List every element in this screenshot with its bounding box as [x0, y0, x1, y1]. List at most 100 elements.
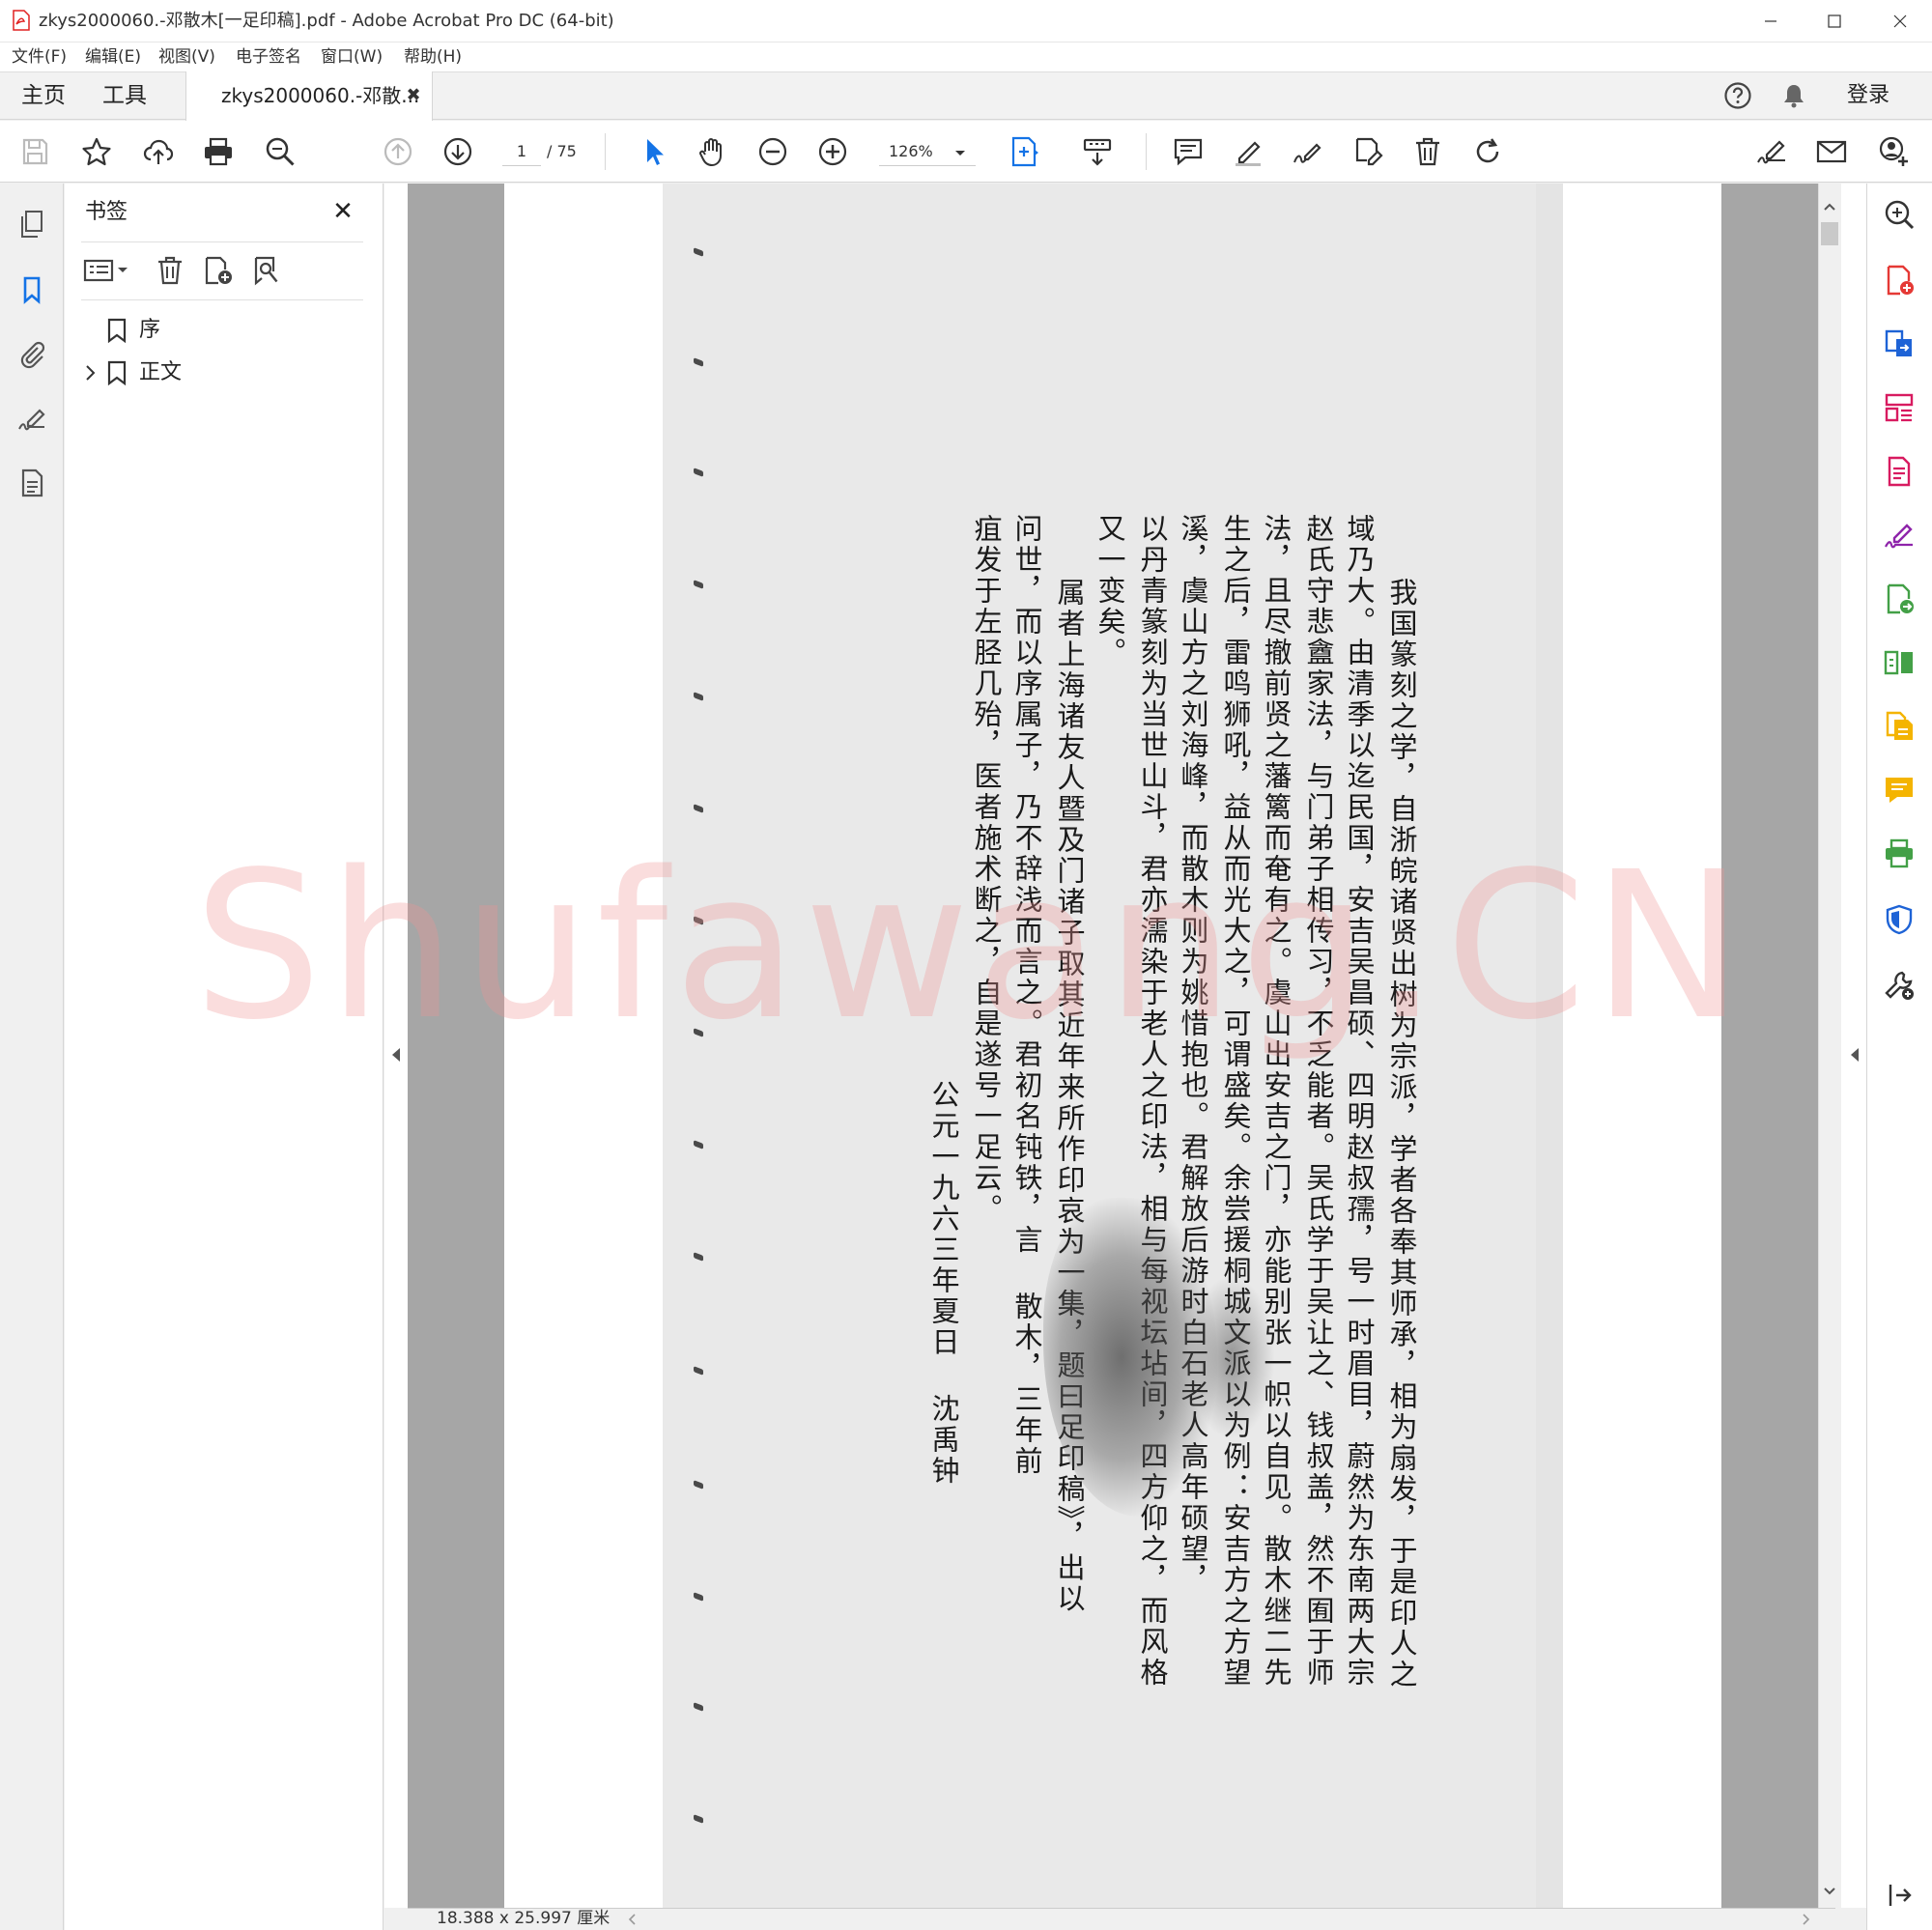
scroll-right-arrow-icon[interactable] — [1799, 1912, 1812, 1925]
preface-date-signature: 公元一九六三年夏日 沈禹钟 — [927, 1080, 960, 1487]
collapse-right-panel-icon[interactable] — [1847, 1045, 1862, 1064]
vertical-scrollbar[interactable] — [1818, 184, 1841, 1908]
preface-text-column: 赵氏守悲盦家法，与门弟子相传习，不乏能者。吴氏学于吴让之、钱叔盖，然不囿于师 — [1302, 514, 1335, 1689]
attachments-paperclip-icon[interactable] — [13, 334, 51, 373]
document-tab-label: zkys2000060.-邓散... — [221, 84, 420, 107]
menu-view[interactable]: 视图(V) — [158, 43, 215, 71]
search-zoom-icon[interactable] — [261, 132, 299, 171]
close-panel-icon[interactable]: ✕ — [328, 197, 357, 226]
help-icon[interactable] — [1723, 81, 1752, 110]
preface-text-column: 法，且尽撤前贤之藩篱而奄有之。虞山出安吉之门，亦能别张一帜以自见。散木继二先 — [1260, 514, 1293, 1689]
bookmark-options-menu-icon[interactable] — [83, 253, 133, 288]
stamp-edit-icon[interactable] — [1349, 132, 1387, 171]
menu-help[interactable]: 帮助(H) — [404, 43, 462, 71]
menu-edit[interactable]: 编辑(E) — [85, 43, 141, 71]
preface-text-column: 我国篆刻之学，自浙皖诸贤出树为宗派，学者各奉其师承，相为扇发，于是印人之 — [1385, 578, 1418, 1690]
toolbar-divider — [1146, 133, 1147, 170]
tab-home[interactable]: 主页 — [21, 71, 66, 120]
menu-window[interactable]: 窗口(W) — [321, 43, 383, 71]
save-icon[interactable] — [15, 132, 54, 171]
bookmark-flag-icon — [107, 360, 127, 385]
fill-sign-icon[interactable] — [1752, 132, 1791, 171]
edit-pdf-icon[interactable] — [1880, 452, 1918, 491]
highlight-pen-icon[interactable] — [1229, 132, 1267, 171]
panel-divider — [81, 299, 363, 300]
close-window-button[interactable] — [1868, 0, 1932, 43]
scrollbar-thumb[interactable] — [1821, 222, 1838, 245]
watermark-text: Shufawang.CN — [193, 828, 1750, 1064]
minimize-button[interactable] — [1739, 0, 1803, 43]
menu-esign[interactable]: 电子签名 — [236, 43, 301, 71]
organize-pages-icon[interactable] — [1880, 388, 1918, 427]
print-icon[interactable] — [199, 132, 238, 171]
select-cursor-icon[interactable] — [634, 132, 672, 171]
page-size-readout: 18.388 x 25.997 厘米 — [437, 1909, 611, 1928]
bookmarks-rail-icon[interactable] — [13, 270, 51, 309]
enhance-scan-zoom-icon[interactable] — [1880, 195, 1918, 234]
menu-file[interactable]: 文件(F) — [12, 43, 67, 71]
scroll-left-arrow-icon[interactable] — [626, 1912, 639, 1925]
toolbar-divider — [605, 133, 606, 170]
comment-tool-icon[interactable] — [1880, 771, 1918, 809]
more-tools-wrench-icon[interactable] — [1880, 966, 1918, 1005]
preface-text-column: 又一变矣。 — [1094, 514, 1126, 668]
page-fit-icon[interactable] — [1005, 132, 1043, 171]
zoom-dropdown-caret-icon[interactable] — [952, 145, 968, 160]
scrolling-mode-icon[interactable] — [1078, 132, 1117, 171]
sign-in-link[interactable]: 登录 — [1847, 71, 1889, 120]
zoom-in-icon[interactable] — [813, 132, 852, 171]
panel-divider — [81, 241, 363, 242]
bookmark-search-icon[interactable] — [249, 253, 284, 288]
fill-and-sign-icon[interactable] — [1880, 516, 1918, 554]
email-icon[interactable] — [1812, 132, 1851, 171]
status-bar — [408, 1908, 1835, 1930]
acrobat-pdf-icon — [12, 10, 31, 31]
signatures-rail-icon[interactable] — [13, 400, 51, 439]
new-bookmark-icon[interactable] — [201, 253, 236, 288]
protect-shield-icon[interactable] — [1880, 900, 1918, 939]
bookmark-item-preface[interactable]: 序 — [81, 311, 361, 350]
bookmark-flag-icon — [107, 318, 127, 343]
next-page-icon[interactable] — [439, 132, 477, 171]
zoom-out-icon[interactable] — [753, 132, 792, 171]
bookmark-item-main-text[interactable]: 正文 — [81, 354, 361, 392]
page-thumbnails-icon[interactable] — [13, 205, 51, 243]
preface-text-column: 域乃大。由清季以迄民国，安吉吴昌硕、四明赵叔孺，号一时眉目，蔚然为东南两大宗 — [1343, 514, 1376, 1689]
maximize-button[interactable] — [1803, 0, 1866, 43]
tab-tools[interactable]: 工具 — [102, 71, 147, 120]
left-nav-rail — [0, 184, 64, 1930]
notifications-bell-icon[interactable] — [1779, 81, 1808, 110]
combine-files-icon[interactable] — [1880, 707, 1918, 746]
delete-bookmark-icon[interactable] — [153, 253, 187, 288]
ink-stain — [1188, 1275, 1275, 1439]
collapse-tools-pane-icon[interactable] — [1880, 1876, 1918, 1915]
comment-icon[interactable] — [1169, 132, 1208, 171]
bookmark-label: 序 — [139, 318, 161, 342]
collapse-left-panel-icon[interactable] — [388, 1045, 404, 1064]
scroll-up-arrow-icon[interactable] — [1822, 199, 1837, 214]
page-total-label: / 75 — [547, 142, 577, 160]
send-for-signature-icon[interactable] — [1880, 580, 1918, 618]
right-tools-rail — [1866, 184, 1932, 1930]
previous-page-icon[interactable] — [379, 132, 417, 171]
bookmarks-panel-title: 书签 — [85, 200, 128, 224]
close-tab-icon[interactable]: ✖ — [403, 85, 424, 106]
draw-signature-icon[interactable] — [1289, 132, 1327, 171]
tab-document[interactable]: zkys2000060.-邓散... ✖ — [185, 71, 433, 121]
create-pdf-icon[interactable] — [1880, 261, 1918, 299]
bookmark-star-icon[interactable] — [77, 132, 116, 171]
print-production-icon[interactable] — [1880, 835, 1918, 873]
share-user-icon[interactable] — [1874, 132, 1913, 171]
document-properties-icon[interactable] — [13, 464, 51, 502]
delete-icon[interactable] — [1408, 132, 1447, 171]
expand-chevron-icon[interactable] — [81, 363, 100, 383]
hand-tool-icon[interactable] — [694, 132, 732, 171]
page-number-input[interactable]: 1 — [502, 137, 541, 166]
rotate-icon[interactable] — [1468, 132, 1507, 171]
cloud-upload-icon[interactable] — [139, 132, 178, 171]
bookmark-label: 正文 — [139, 360, 183, 384]
scroll-down-arrow-icon[interactable] — [1822, 1884, 1837, 1899]
preface-text-column: 生之后，雷鸣狮吼，益从而光大之，可谓盛矣。余尝援桐城文派以为例：安吉方之方望 — [1219, 514, 1252, 1689]
compare-files-icon[interactable] — [1880, 643, 1918, 682]
export-pdf-icon[interactable] — [1880, 325, 1918, 363]
